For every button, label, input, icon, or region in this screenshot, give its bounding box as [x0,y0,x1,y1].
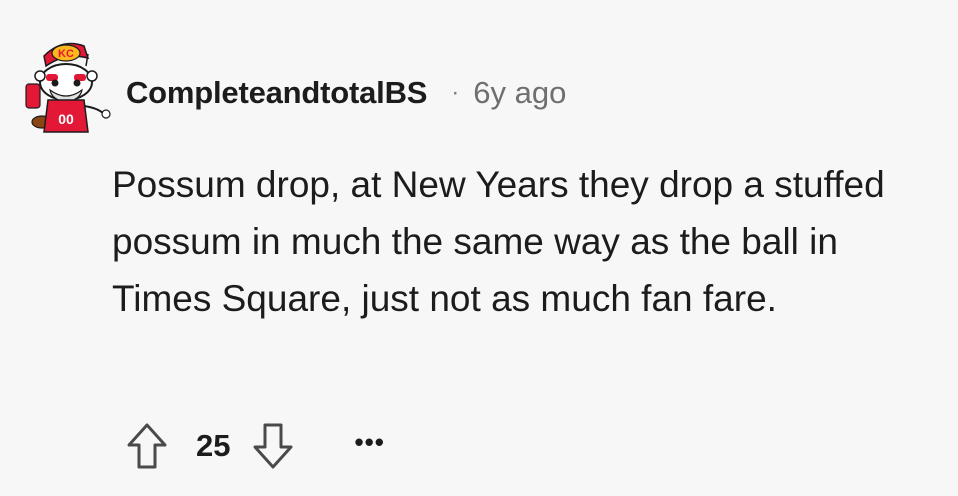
comment-action-bar: 25 ••• [124,418,385,474]
vote-score: 25 [196,428,231,463]
svg-text:KC: KC [58,48,74,60]
comment: KC 00 CompleteandtotalBS · 6y ago Possum… [0,0,958,496]
svg-text:00: 00 [58,111,74,127]
upvote-button[interactable] [124,420,170,472]
more-options-button[interactable]: ••• [354,429,384,463]
user-avatar[interactable]: KC 00 [22,36,114,136]
comment-header: CompleteandtotalBS · 6y ago [126,70,566,116]
meta-separator: · [451,79,460,106]
comment-body: Possum drop, at New Years they drop a st… [112,164,885,319]
chiefs-logo-icon: KC [43,42,90,68]
comment-timestamp[interactable]: 6y ago [473,75,566,111]
arrow-down-icon [253,423,293,469]
snoo-avatar-icon: KC 00 [25,42,111,133]
comment-author[interactable]: CompleteandtotalBS [126,75,427,111]
arrow-up-icon [127,423,167,469]
downvote-button[interactable] [250,420,296,472]
